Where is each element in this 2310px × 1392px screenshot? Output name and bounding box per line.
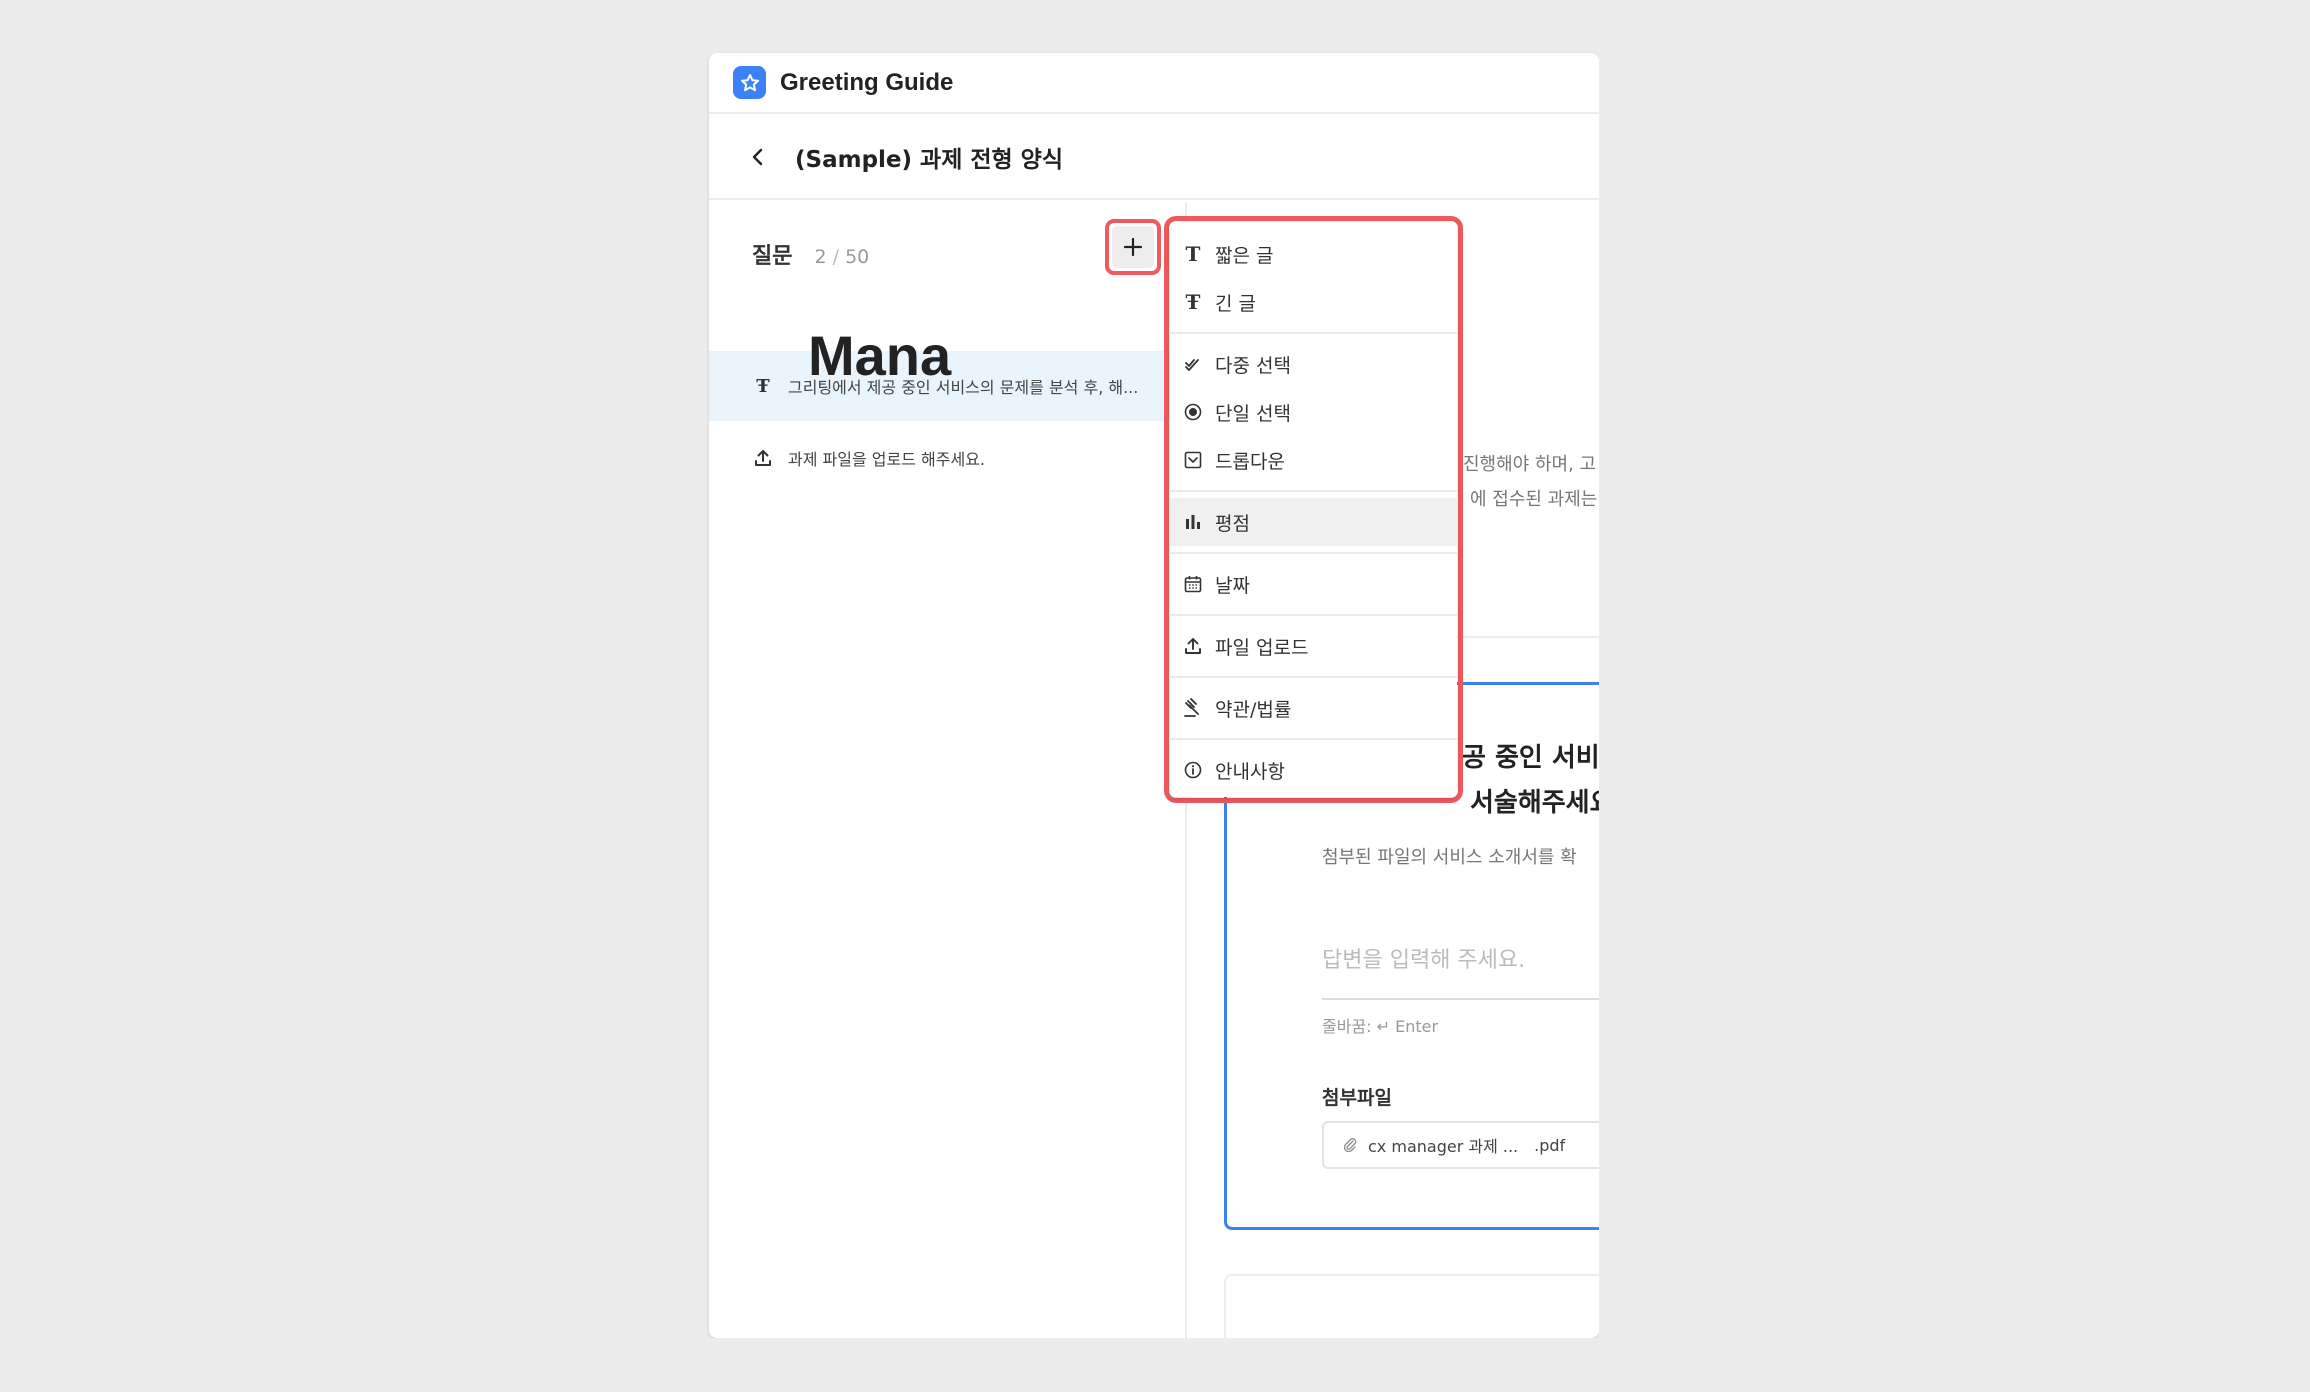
menu-divider bbox=[1170, 332, 1457, 334]
app-title: Greeting Guide bbox=[780, 68, 954, 96]
menu-item-multi-select[interactable]: 다중 선택 bbox=[1170, 340, 1457, 388]
question-label: 질문 bbox=[752, 244, 793, 269]
linebreak-hint: 줄바꿈: ↵ Enter bbox=[1322, 1017, 1439, 1036]
attachment-file-chip[interactable]: cx manager 과제 ... .pdf bbox=[1322, 1121, 1612, 1169]
short-text-icon: T bbox=[1185, 242, 1201, 266]
preview-desc-line: 진행해야 하며, 고 bbox=[1463, 454, 1597, 475]
page-title: (Sample) 과제 전형 양식 bbox=[795, 146, 1064, 173]
preview-desc-line: 에 접수된 과제는 bbox=[1470, 489, 1598, 510]
menu-divider bbox=[1170, 552, 1457, 554]
attachment-label: 첨부파일 bbox=[1322, 1087, 1392, 1109]
card-description: 첨부된 파일의 서비스 소개서를 확 bbox=[1322, 847, 1577, 868]
gavel-icon bbox=[1182, 697, 1204, 719]
rating-icon bbox=[1182, 511, 1204, 533]
question-item[interactable]: 과제 파일을 업로드 해주세요. bbox=[709, 423, 1185, 493]
card-title-line: 공 중인 서비 bbox=[1462, 743, 1600, 773]
radio-icon bbox=[1182, 401, 1204, 423]
answer-input[interactable]: 답변을 입력해 주세요. bbox=[1322, 942, 1525, 974]
upload-icon bbox=[1182, 635, 1204, 657]
menu-divider bbox=[1170, 738, 1457, 740]
menu-item-rating[interactable]: 평점 bbox=[1170, 498, 1457, 546]
window-bottom-mask bbox=[0, 1338, 2310, 1392]
answer-underline bbox=[1322, 998, 1602, 1000]
menu-divider bbox=[1170, 614, 1457, 616]
plus-icon bbox=[1124, 238, 1142, 256]
paperclip-icon bbox=[1343, 1138, 1357, 1153]
calendar-icon bbox=[1182, 573, 1204, 595]
dropdown-icon bbox=[1182, 449, 1204, 471]
greeting-logo-icon bbox=[733, 66, 766, 99]
menu-item-dropdown[interactable]: 드롭다운 bbox=[1170, 436, 1457, 484]
question-type-menu: T 짧은 글 Ŧ 긴 글 다중 선택 단일 선택 드롭다운 평점 날짜 파일 업… bbox=[1170, 222, 1457, 797]
preview-divider bbox=[1457, 636, 1599, 638]
long-text-icon: Ŧ bbox=[1185, 290, 1201, 314]
menu-item-long-text[interactable]: Ŧ 긴 글 bbox=[1170, 278, 1457, 326]
menu-item-terms[interactable]: 약관/법률 bbox=[1170, 684, 1457, 732]
menu-item-short-text[interactable]: T 짧은 글 bbox=[1170, 230, 1457, 278]
window-edge-mask bbox=[1599, 53, 2310, 1392]
question-list-header: 질문 2 / 50 bbox=[752, 238, 869, 270]
card-title-line: 서술해주세요 bbox=[1470, 788, 1614, 818]
chevron-left-icon bbox=[752, 148, 763, 165]
question-item-text: 과제 파일을 업로드 해주세요. bbox=[788, 450, 985, 469]
file-extension: .pdf bbox=[1534, 1135, 1566, 1155]
upload-icon bbox=[752, 447, 774, 469]
menu-divider bbox=[1170, 490, 1457, 492]
top-bar: Greeting Guide bbox=[709, 53, 1599, 114]
file-name: cx manager 과제 ... bbox=[1368, 1137, 1519, 1156]
multi-check-icon bbox=[1182, 353, 1204, 375]
question-count: 2 / 50 bbox=[814, 246, 870, 268]
info-icon bbox=[1182, 759, 1204, 781]
back-button[interactable] bbox=[743, 142, 773, 172]
menu-item-file-upload[interactable]: 파일 업로드 bbox=[1170, 622, 1457, 670]
menu-item-date[interactable]: 날짜 bbox=[1170, 560, 1457, 608]
menu-item-single-select[interactable]: 단일 선택 bbox=[1170, 388, 1457, 436]
preview-title: Mana bbox=[808, 324, 952, 387]
add-question-button[interactable] bbox=[1112, 226, 1154, 268]
menu-item-notice[interactable]: 안내사항 bbox=[1170, 746, 1457, 794]
page-header: (Sample) 과제 전형 양식 bbox=[709, 115, 1599, 200]
long-text-icon: Ŧ bbox=[756, 375, 770, 397]
menu-divider bbox=[1170, 676, 1457, 678]
